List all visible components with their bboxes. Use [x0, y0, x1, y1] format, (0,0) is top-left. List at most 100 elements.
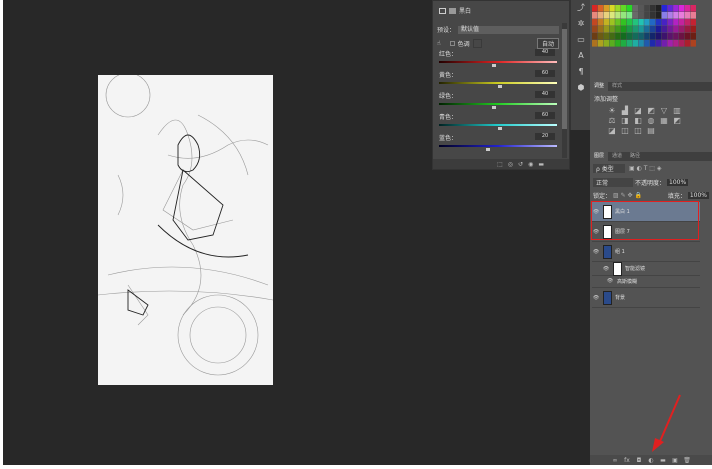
- adjustment-button[interactable]: ◍: [645, 116, 657, 125]
- color-swatch[interactable]: [690, 40, 696, 47]
- color-swatch[interactable]: [655, 5, 662, 12]
- slider-value-input[interactable]: 60: [535, 112, 555, 119]
- color-swatch[interactable]: [679, 33, 685, 40]
- color-swatch[interactable]: [679, 19, 685, 26]
- layer-row[interactable]: 👁 高斯模糊: [592, 275, 700, 288]
- preset-select[interactable]: 默认值: [458, 25, 559, 34]
- color-swatch[interactable]: [638, 19, 644, 26]
- layer-name[interactable]: 智能滤镜: [625, 265, 645, 272]
- color-swatch[interactable]: [592, 19, 598, 26]
- color-slider[interactable]: [439, 82, 557, 88]
- tab-paths[interactable]: 路径: [626, 152, 644, 161]
- view-previous-icon[interactable]: ◎: [508, 161, 513, 168]
- tab-channels[interactable]: 通道: [608, 152, 626, 161]
- auto-button[interactable]: 自动: [536, 38, 559, 49]
- color-swatch[interactable]: [655, 19, 662, 26]
- color-swatch[interactable]: [650, 5, 656, 12]
- color-swatch[interactable]: [597, 33, 604, 40]
- color-swatch[interactable]: [621, 33, 627, 40]
- color-swatch[interactable]: [673, 40, 679, 47]
- slider-thumb[interactable]: [498, 127, 502, 130]
- color-swatch[interactable]: [661, 26, 667, 33]
- color-swatch[interactable]: [684, 5, 691, 12]
- color-swatch[interactable]: [615, 5, 621, 12]
- color-swatch[interactable]: [655, 33, 662, 40]
- layer-kind-filter[interactable]: ρ 类型: [593, 164, 625, 173]
- properties-scrollbar[interactable]: [562, 23, 567, 158]
- color-swatch[interactable]: [592, 5, 598, 12]
- color-swatch[interactable]: [644, 26, 650, 33]
- adjustment-button[interactable]: ▟: [619, 106, 631, 115]
- color-swatch[interactable]: [650, 26, 656, 33]
- adjustment-button[interactable]: ☀: [606, 106, 618, 115]
- color-swatch[interactable]: [621, 12, 627, 19]
- layer-row[interactable]: 👁 背景: [592, 288, 700, 308]
- swatches-panel[interactable]: [592, 5, 696, 47]
- color-swatch[interactable]: [667, 19, 673, 26]
- slider-value-input[interactable]: 40: [535, 49, 555, 56]
- color-swatch[interactable]: [603, 19, 609, 26]
- color-swatch[interactable]: [690, 5, 696, 12]
- color-swatch[interactable]: [638, 40, 644, 47]
- color-swatch[interactable]: [638, 12, 644, 19]
- color-swatch[interactable]: [632, 5, 638, 12]
- color-swatch[interactable]: [609, 26, 615, 33]
- delete-layer-icon[interactable]: 🗑: [683, 457, 692, 464]
- visibility-eye-icon[interactable]: 👁: [602, 266, 610, 272]
- color-swatch[interactable]: [626, 26, 633, 33]
- color-slider[interactable]: [439, 145, 557, 151]
- color-swatch[interactable]: [644, 5, 650, 12]
- adjustment-button[interactable]: ◫: [619, 126, 631, 135]
- color-swatch[interactable]: [690, 12, 696, 19]
- color-swatch[interactable]: [667, 40, 673, 47]
- color-swatch[interactable]: [684, 26, 691, 33]
- color-swatch[interactable]: [644, 40, 650, 47]
- color-swatch[interactable]: [615, 33, 621, 40]
- color-swatch[interactable]: [597, 40, 604, 47]
- color-swatch[interactable]: [684, 12, 691, 19]
- color-swatch[interactable]: [597, 12, 604, 19]
- color-swatch[interactable]: [626, 19, 633, 26]
- color-swatch[interactable]: [638, 26, 644, 33]
- lock-icons[interactable]: ▨ ✎ ✥ 🔒: [613, 192, 642, 199]
- color-swatch[interactable]: [632, 40, 638, 47]
- new-adjustment-layer-icon[interactable]: ◐: [647, 457, 656, 464]
- adjustment-button[interactable]: ▦: [658, 116, 670, 125]
- blend-mode-select[interactable]: 正常: [593, 178, 633, 187]
- visibility-eye-icon[interactable]: 👁: [592, 249, 600, 255]
- color-swatch[interactable]: [615, 19, 621, 26]
- color-swatch[interactable]: [638, 5, 644, 12]
- slider-value-input[interactable]: 60: [535, 70, 555, 77]
- color-swatch[interactable]: [597, 5, 604, 12]
- tint-checkbox[interactable]: [449, 41, 455, 46]
- color-swatch[interactable]: [592, 40, 598, 47]
- 3d-icon[interactable]: ⬢: [571, 80, 591, 96]
- color-swatch[interactable]: [621, 19, 627, 26]
- color-swatch[interactable]: [609, 5, 615, 12]
- visibility-icon[interactable]: ◉: [528, 161, 533, 168]
- color-swatch[interactable]: [644, 19, 650, 26]
- color-swatch[interactable]: [603, 12, 609, 19]
- color-swatch[interactable]: [592, 33, 598, 40]
- color-swatch[interactable]: [667, 26, 673, 33]
- fill-input[interactable]: 100%: [687, 192, 709, 199]
- slider-thumb[interactable]: [492, 64, 497, 67]
- visibility-eye-icon[interactable]: 👁: [592, 295, 600, 301]
- slider-thumb[interactable]: [492, 106, 497, 109]
- color-swatch[interactable]: [655, 12, 662, 19]
- color-swatch[interactable]: [615, 40, 621, 47]
- color-swatch[interactable]: [690, 19, 696, 26]
- color-swatch[interactable]: [673, 33, 679, 40]
- slider-value-input[interactable]: 20: [535, 133, 555, 140]
- targeted-adjust-icon[interactable]: ☝: [437, 40, 441, 47]
- color-swatch[interactable]: [644, 33, 650, 40]
- color-swatch[interactable]: [673, 26, 679, 33]
- color-swatch[interactable]: [661, 40, 667, 47]
- color-swatch[interactable]: [632, 19, 638, 26]
- color-swatch[interactable]: [615, 26, 621, 33]
- color-swatch[interactable]: [609, 40, 615, 47]
- adjustment-button[interactable]: ◩: [671, 116, 683, 125]
- color-swatch[interactable]: [661, 5, 667, 12]
- tint-color-swatch[interactable]: [472, 39, 482, 48]
- color-swatch[interactable]: [667, 33, 673, 40]
